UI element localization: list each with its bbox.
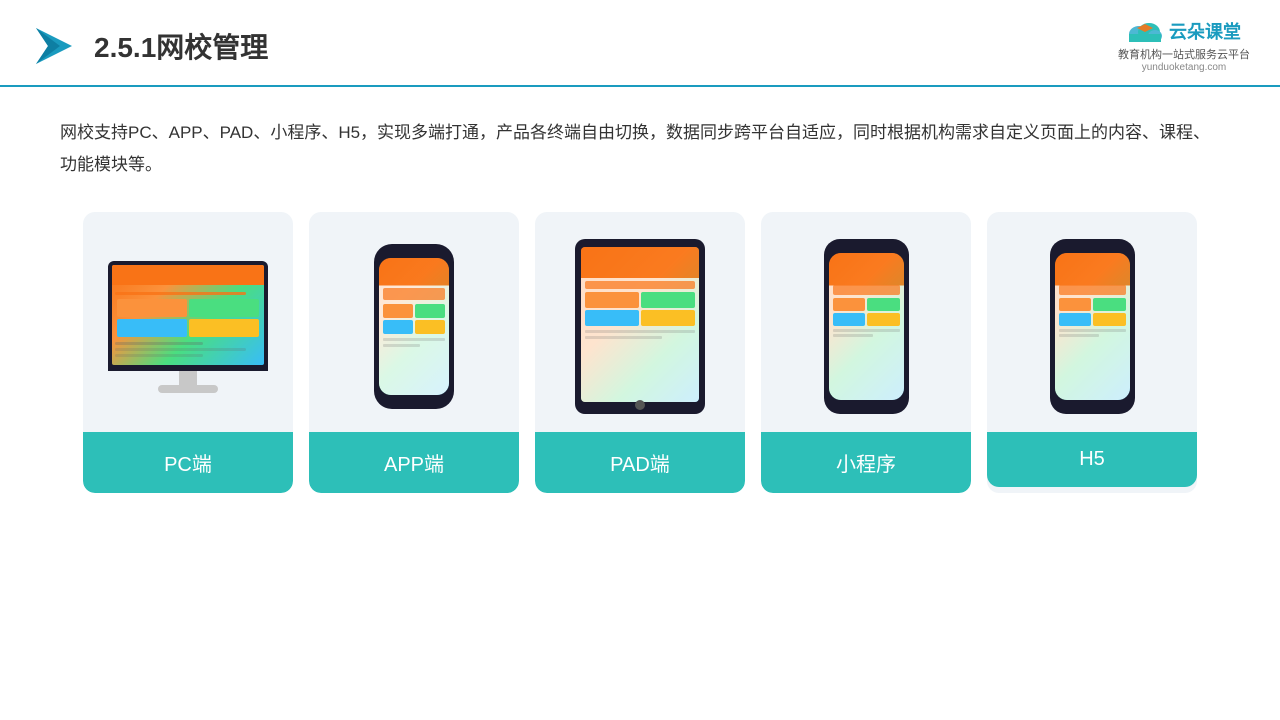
card-h5-label: H5	[987, 432, 1197, 487]
cloud-icon	[1127, 18, 1163, 44]
main-content: 网校支持PC、APP、PAD、小程序、H5，实现多端打通，产品各终端自由切换，数…	[0, 87, 1280, 493]
brand-logo: 云朵课堂 教育机构一站式服务云平台 yunduoketang.com	[1118, 18, 1250, 73]
card-app-label: APP端	[309, 432, 519, 493]
card-app-image	[309, 212, 519, 432]
logo-text: 云朵课堂	[1169, 18, 1241, 44]
card-h5: H5	[987, 212, 1197, 493]
logo-tagline: 教育机构一站式服务云平台	[1118, 46, 1250, 62]
card-h5-image	[987, 212, 1197, 432]
card-miniapp-image	[761, 212, 971, 432]
header-left: 2.5.1网校管理	[30, 22, 268, 70]
phone-h5-mockup	[1050, 239, 1135, 414]
card-pc: PC端	[83, 212, 293, 493]
card-miniapp: 小程序	[761, 212, 971, 493]
tablet-mockup	[575, 239, 705, 414]
description-text: 网校支持PC、APP、PAD、小程序、H5，实现多端打通，产品各终端自由切换，数…	[60, 117, 1220, 182]
page-header: 2.5.1网校管理 云朵课堂 教育机构一站式服务云平台 yunduoketang…	[0, 0, 1280, 87]
phone-miniapp-mockup	[824, 239, 909, 414]
monitor-mockup	[108, 261, 268, 393]
phone-app-mockup	[374, 244, 454, 409]
platform-cards: PC端	[60, 212, 1220, 493]
card-pad-label: PAD端	[535, 432, 745, 493]
card-pad: PAD端	[535, 212, 745, 493]
card-pc-label: PC端	[83, 432, 293, 493]
card-pad-image	[535, 212, 745, 432]
card-app: APP端	[309, 212, 519, 493]
page-title: 2.5.1网校管理	[94, 26, 268, 66]
logo-url: yunduoketang.com	[1142, 62, 1227, 73]
logo-cloud-icon: 云朵课堂	[1127, 18, 1241, 44]
brand-arrow-icon	[30, 22, 78, 70]
card-miniapp-label: 小程序	[761, 432, 971, 493]
card-pc-image	[83, 212, 293, 432]
